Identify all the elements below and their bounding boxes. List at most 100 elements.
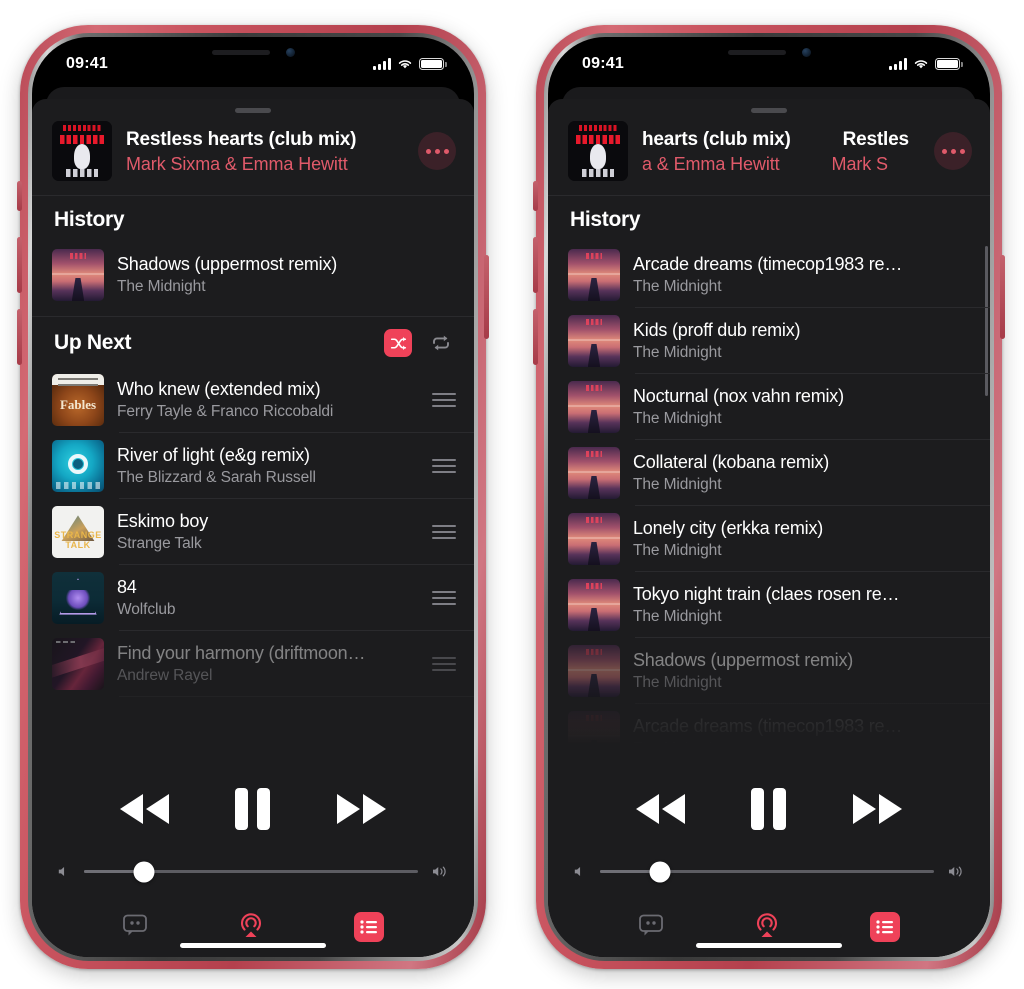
list-item[interactable]: Tokyo night train (claes rosen re… The M… <box>548 572 990 638</box>
track-artwork <box>52 440 104 492</box>
track-artist: The Midnight <box>633 608 722 625</box>
more-dot <box>425 148 431 154</box>
power-button-right[interactable] <box>1000 255 1005 339</box>
list-item[interactable]: Arcade dreams (timecop1983 re… The Midni… <box>548 242 990 308</box>
lyrics-button[interactable] <box>122 913 148 942</box>
drag-handle-icon[interactable] <box>432 459 456 473</box>
list-item[interactable]: STRANGE TALK Eskimo boy Strange Talk <box>32 499 474 565</box>
more-dot <box>950 148 956 154</box>
track-meta: Arcade dreams (timecop1983 re… The Midni… <box>633 253 972 297</box>
fast-forward-button[interactable] <box>849 790 907 828</box>
more-options-button-left[interactable] <box>418 132 456 170</box>
track-title: Eskimo boy <box>117 511 209 531</box>
track-title: Shadows (uppermost remix) <box>117 254 338 274</box>
drag-handle-icon[interactable] <box>432 525 456 539</box>
screen-left: 09:41 Restless hearts (club mix) Mark Si… <box>32 37 474 957</box>
drag-handle-icon[interactable] <box>432 657 456 671</box>
queue-list-icon <box>360 920 377 934</box>
track-artist: Wolfclub <box>117 601 176 618</box>
track-title: Nocturnal (nox vahn remix) <box>633 386 844 406</box>
list-item[interactable]: River of light (e&g remix) The Blizzard … <box>32 433 474 499</box>
now-playing-artist-fragment: a & Emma Hewitt <box>642 153 780 174</box>
rewind-button[interactable] <box>631 790 689 828</box>
transport-controls-left <box>32 762 474 848</box>
list-item[interactable]: 84 Wolfclub <box>32 565 474 631</box>
device-notch-right <box>674 37 864 67</box>
volume-slider-knob[interactable] <box>133 861 155 882</box>
now-playing-title-fragment: hearts (club mix) <box>642 128 791 150</box>
volume-control-right[interactable] <box>548 848 990 889</box>
list-item[interactable]: Kids (proff dub remix) The Midnight <box>548 308 990 374</box>
fast-forward-icon <box>336 794 386 824</box>
list-item[interactable]: Shadows (uppermost remix) The Midnight <box>32 242 474 308</box>
now-playing-text-right: hearts (club mix) Restles a & Emma Hewit… <box>642 127 920 176</box>
rewind-button[interactable] <box>115 790 173 828</box>
now-playing-artwork <box>568 121 628 181</box>
pause-icon-bar <box>235 788 249 830</box>
now-playing-sheet-left: Restless hearts (club mix) Mark Sixma & … <box>32 99 474 957</box>
volume-up-button-left[interactable] <box>17 237 22 293</box>
list-item[interactable]: Arcade dreams (timecop1983 re… The Midni… <box>548 704 990 762</box>
track-artwork <box>568 447 620 499</box>
queue-button[interactable] <box>869 912 900 942</box>
list-item[interactable]: Lonely city (erkka remix) The Midnight <box>548 506 990 572</box>
track-meta: Tokyo night train (claes rosen re… The M… <box>633 583 972 627</box>
track-artist: The Midnight <box>633 674 722 691</box>
volume-down-button-right[interactable] <box>533 309 538 365</box>
more-dot <box>434 148 440 154</box>
list-item[interactable]: Fables Who knew (extended mix) Ferry Tay… <box>32 367 474 433</box>
device-bezel-right: 09:41 hearts (club mix) Restles a & Emma… <box>544 33 994 961</box>
pause-button[interactable] <box>751 788 787 830</box>
now-playing-artist: Mark Sixma & Emma Hewitt <box>126 153 348 174</box>
track-artist: Ferry Tayle & Franco Riccobaldi <box>117 403 334 420</box>
list-item[interactable]: Shadows (uppermost remix) The Midnight <box>548 638 990 704</box>
track-artist: The Midnight <box>117 278 206 295</box>
drag-handle-icon[interactable] <box>432 393 456 407</box>
home-indicator-left[interactable] <box>180 943 326 948</box>
pause-icon-bar <box>257 788 271 830</box>
now-playing-artwork <box>52 121 112 181</box>
track-artist: Andrew Rayel <box>117 667 213 684</box>
pause-button[interactable] <box>235 788 271 830</box>
queue-button[interactable] <box>353 912 384 942</box>
volume-slider-track[interactable] <box>600 861 934 882</box>
airplay-icon <box>756 913 778 937</box>
speaker-high-icon <box>949 866 962 877</box>
wifi-icon <box>914 60 928 69</box>
volume-slider-track[interactable] <box>84 861 418 882</box>
airplay-button[interactable] <box>753 911 781 943</box>
more-options-button-right[interactable] <box>934 132 972 170</box>
more-dot <box>959 148 965 154</box>
up-next-list-left[interactable]: Fables Who knew (extended mix) Ferry Tay… <box>32 367 474 762</box>
airplay-button[interactable] <box>237 911 265 943</box>
battery-icon <box>419 58 447 70</box>
lyrics-button[interactable] <box>638 913 664 942</box>
volume-up-button-right[interactable] <box>533 237 538 293</box>
fast-forward-button[interactable] <box>333 790 391 828</box>
track-title: River of light (e&g remix) <box>117 445 310 465</box>
track-meta: Find your harmony (driftmoon… Andrew Ray… <box>117 642 419 686</box>
power-button-left[interactable] <box>484 255 489 339</box>
track-meta: Shadows (uppermost remix) The Midnight <box>117 253 456 297</box>
track-meta: Shadows (uppermost remix) The Midnight <box>633 649 972 693</box>
drag-handle-icon[interactable] <box>432 591 456 605</box>
silent-switch-left[interactable] <box>17 181 22 211</box>
repeat-button[interactable] <box>428 330 454 356</box>
volume-slider-knob[interactable] <box>649 861 671 882</box>
history-list-right[interactable]: Arcade dreams (timecop1983 re… The Midni… <box>548 242 990 762</box>
volume-down-button-left[interactable] <box>17 309 22 365</box>
list-item[interactable]: Nocturnal (nox vahn remix) The Midnight <box>548 374 990 440</box>
track-artist: The Midnight <box>633 542 722 559</box>
volume-control-left[interactable] <box>32 848 474 889</box>
home-indicator-right[interactable] <box>696 943 842 948</box>
silent-switch-right[interactable] <box>533 181 538 211</box>
shuffle-button[interactable] <box>384 329 412 357</box>
track-meta: Who knew (extended mix) Ferry Tayle & Fr… <box>117 378 419 422</box>
now-playing-header-left: Restless hearts (club mix) Mark Sixma & … <box>32 113 474 196</box>
shuffle-icon <box>390 336 406 350</box>
list-item[interactable]: Collateral (kobana remix) The Midnight <box>548 440 990 506</box>
list-item[interactable]: Find your harmony (driftmoon… Andrew Ray… <box>32 631 474 697</box>
track-artwork <box>52 572 104 624</box>
marquee-row-title: hearts (club mix) Restles <box>642 127 920 152</box>
queue-actions <box>384 329 454 357</box>
